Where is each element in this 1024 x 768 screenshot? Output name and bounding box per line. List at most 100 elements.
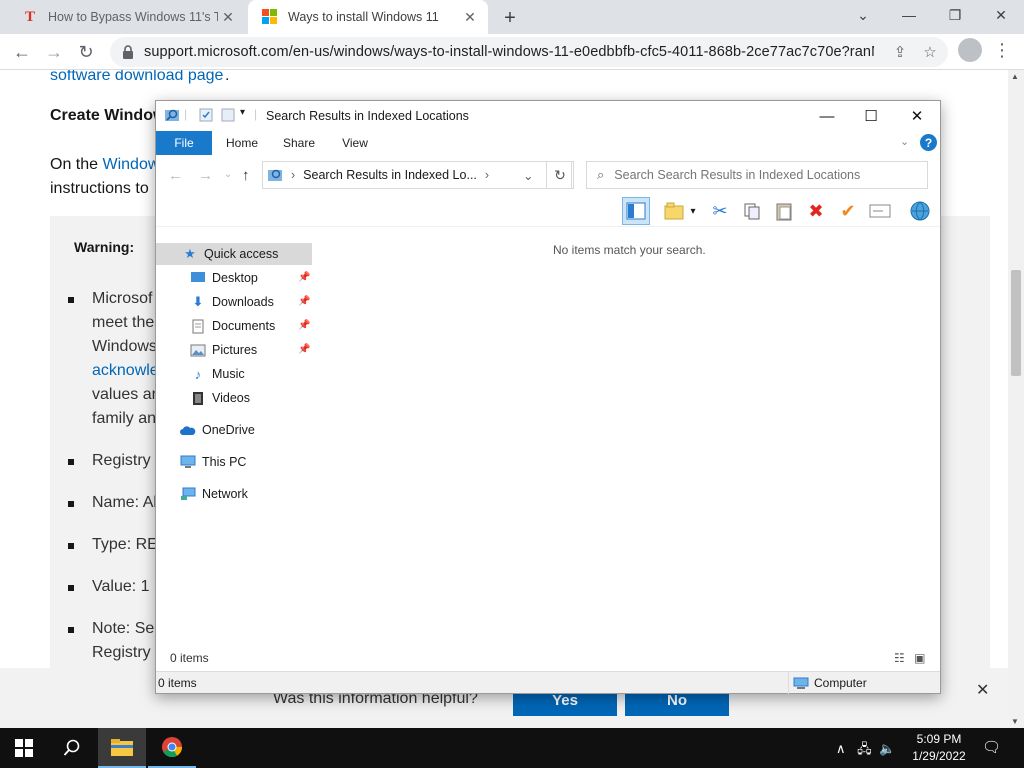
address-bar[interactable]: support.microsoft.com/en-us/windows/ways… — [110, 37, 948, 67]
nav-item-desktop[interactable]: Desktop — [190, 267, 314, 289]
nav-item-music[interactable]: ♪ Music — [190, 363, 314, 385]
chevron-right-icon: › — [484, 168, 490, 182]
pin-icon[interactable]: 📌 — [298, 320, 310, 331]
start-button[interactable] — [0, 728, 48, 768]
cut-icon[interactable]: ✂ — [706, 197, 734, 225]
bullet-line: Note: Ser — [92, 620, 160, 637]
new-folder-icon[interactable] — [220, 107, 236, 123]
taskbar-clock[interactable]: 5:09 PM 1/29/2022 — [905, 731, 973, 765]
taskbar-search-button[interactable] — [48, 728, 96, 768]
nav-item-downloads[interactable]: ⬇ Downloads — [190, 291, 314, 313]
bookmark-star-icon[interactable]: ☆ — [920, 42, 940, 62]
taskbar-chrome[interactable] — [148, 728, 196, 768]
nav-item-pictures[interactable]: Pictures — [190, 339, 314, 361]
pin-icon[interactable]: 📌 — [298, 272, 310, 283]
search-input[interactable] — [614, 168, 915, 182]
recent-locations-icon[interactable]: ⌄ — [224, 169, 232, 180]
explorer-address-bar[interactable]: › Search Results in Indexed Lo... › ⌄ — [262, 161, 572, 189]
properties-icon[interactable] — [198, 107, 214, 123]
windows-taskbar: ∧ 🖧 🔈 5:09 PM 1/29/2022 🗨 — [0, 728, 1024, 768]
copy-icon[interactable] — [738, 197, 766, 225]
scroll-up-arrow-icon[interactable]: ▲ — [1011, 72, 1019, 81]
nav-item-documents[interactable]: Documents — [190, 315, 314, 337]
explorer-search-box[interactable]: ⌕ — [586, 161, 928, 189]
rename-icon[interactable] — [866, 197, 894, 225]
microsoft-logo-icon — [262, 9, 278, 25]
restore-icon[interactable]: ❐ — [932, 0, 978, 30]
tab-title: How to Bypass Windows 11's TPM — [48, 10, 218, 24]
page-scrollbar[interactable]: ▲ ▼ — [1008, 70, 1024, 728]
bullet-text: Registry l — [92, 452, 159, 469]
nav-item-quick-access[interactable]: ★ Quick access — [156, 243, 312, 265]
paragraph-text: On the — [50, 156, 103, 173]
new-folder-icon[interactable] — [660, 197, 688, 225]
reload-button[interactable]: ↻ — [72, 38, 100, 66]
scroll-down-arrow-icon[interactable]: ▼ — [1011, 717, 1019, 726]
bullet-dot — [68, 585, 74, 591]
share-icon[interactable]: ⇪ — [890, 42, 910, 62]
taskbar-file-explorer[interactable] — [98, 728, 146, 768]
pin-icon[interactable]: 📌 — [298, 296, 310, 307]
forward-arrow-icon[interactable]: → — [198, 167, 213, 184]
software-download-link[interactable]: software download page — [50, 70, 223, 85]
pin-icon[interactable]: 📌 — [298, 344, 310, 355]
volume-muted-icon[interactable]: 🔈 — [879, 741, 895, 756]
nav-item-this-pc[interactable]: This PC — [180, 451, 314, 473]
paragraph-line: instructions to — [50, 180, 149, 197]
chevron-down-icon[interactable]: ⌄ — [523, 168, 533, 183]
close-icon[interactable]: ✕ — [460, 7, 480, 27]
profile-avatar[interactable] — [958, 38, 982, 62]
nav-label: Music — [212, 367, 245, 381]
close-window-icon[interactable]: ✕ — [978, 0, 1024, 30]
nav-item-videos[interactable]: Videos — [190, 387, 314, 409]
chevron-down-icon[interactable]: ▾ — [686, 197, 700, 225]
empty-results-message: No items match your search. — [553, 243, 706, 257]
status-computer: Computer — [788, 672, 938, 694]
chevron-down-icon[interactable]: ⌄ — [900, 135, 909, 148]
t-letter-icon: T — [24, 8, 35, 25]
back-arrow-icon[interactable]: ← — [168, 167, 183, 184]
windows-link[interactable]: Window — [102, 156, 159, 173]
scroll-thumb[interactable] — [1011, 270, 1021, 376]
globe-icon[interactable] — [906, 197, 934, 225]
tab-file[interactable]: File — [156, 131, 212, 155]
minimize-icon[interactable]: — — [804, 101, 850, 131]
paste-icon[interactable] — [770, 197, 798, 225]
maximize-icon[interactable]: ☐ — [848, 101, 894, 131]
close-icon[interactable]: ✕ — [976, 680, 989, 700]
tab-search-chevron-icon[interactable]: ⌄ — [840, 0, 886, 30]
minimize-icon[interactable]: — — [886, 0, 932, 30]
tab-ways-to-install[interactable]: Ways to install Windows 11 ✕ — [248, 0, 488, 34]
large-icons-view-icon[interactable]: ▣ — [914, 651, 925, 665]
tab-home[interactable]: Home — [216, 131, 268, 155]
computer-icon — [793, 677, 809, 689]
back-button[interactable]: ← — [8, 38, 36, 66]
nav-label: Network — [202, 487, 248, 501]
nav-item-onedrive[interactable]: OneDrive — [180, 419, 314, 441]
help-icon[interactable]: ? — [920, 134, 937, 151]
tab-view[interactable]: View — [332, 131, 378, 155]
up-arrow-icon[interactable]: ↑ — [242, 167, 250, 184]
menu-kebab-icon[interactable]: ⋮ — [992, 38, 1012, 62]
checkmark-icon[interactable]: ✔ — [834, 197, 862, 225]
details-view-icon[interactable]: ☷ — [894, 651, 905, 665]
delete-icon[interactable]: ✖ — [802, 197, 830, 225]
paragraph-line: On the Window — [50, 156, 159, 174]
acknowledge-link[interactable]: acknowle — [92, 359, 159, 383]
refresh-icon[interactable]: ↻ — [546, 161, 574, 189]
close-window-icon[interactable]: ✕ — [894, 101, 940, 131]
status-item-count: 0 items — [158, 676, 197, 690]
preview-pane-icon[interactable] — [622, 197, 650, 225]
chevron-right-icon: › — [291, 168, 296, 182]
notification-icon[interactable]: 🗨 — [982, 738, 1001, 756]
bullet-line: values ar — [92, 386, 157, 403]
network-tray-icon[interactable]: 🖧 — [857, 741, 872, 756]
tab-bypass-tpm[interactable]: T How to Bypass Windows 11's TPM ✕ — [8, 0, 246, 34]
close-icon[interactable]: ✕ — [218, 7, 238, 27]
new-tab-button[interactable]: + — [498, 6, 522, 30]
chevron-up-icon[interactable]: ∧ — [836, 741, 846, 756]
forward-button[interactable]: → — [40, 38, 68, 66]
tab-share[interactable]: Share — [274, 131, 324, 155]
search-icon — [63, 739, 80, 756]
nav-item-network[interactable]: Network — [180, 483, 314, 505]
